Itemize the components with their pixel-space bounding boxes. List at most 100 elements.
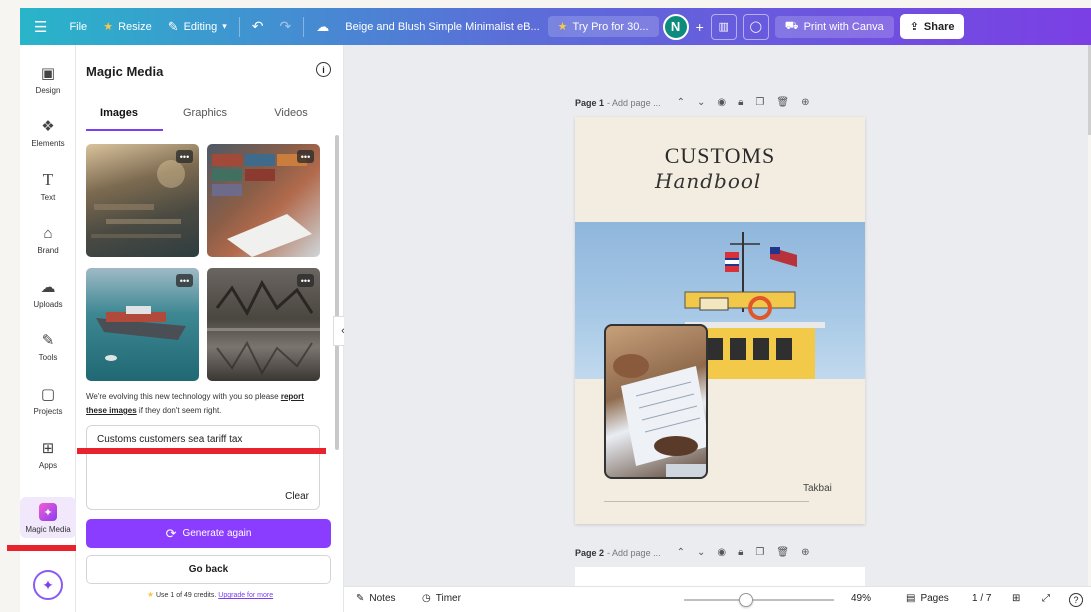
menu-button[interactable]: ☰ [20,8,61,45]
rail-item-elements[interactable]: ❖ Elements [20,116,76,148]
upgrade-link[interactable]: Upgrade for more [218,592,273,599]
undo-button[interactable]: ↶ [244,8,272,45]
tab-videos[interactable]: Videos [248,107,334,127]
prompt-text: Customs customers sea tariff tax [97,434,243,445]
more-options-button[interactable]: ••• [297,150,314,163]
zoom-level[interactable]: 49% [851,593,871,604]
notes-button[interactable]: ✎ Notes [356,593,396,604]
eye-icon[interactable]: ◉ [717,97,726,108]
tab-graphics[interactable]: Graphics [162,107,248,127]
rail-item-magic-media[interactable]: ✦ Magic Media [20,497,76,538]
page-counter[interactable]: 1 / 7 [972,593,991,604]
magic-assistant-button[interactable]: ✦ [33,570,63,600]
avatar[interactable]: N [662,13,689,40]
comments-button[interactable]: ◯ [742,13,769,40]
generated-image-port-aerial[interactable]: ••• [86,144,199,257]
page-1-title-input[interactable]: - Add page ... [607,98,661,108]
more-options-button[interactable]: ••• [297,274,314,287]
tab-images[interactable]: Images [76,107,162,127]
top-toolbar: ☰ File ★ Resize ✎ Editing ▾ ↶ ↷ ☁ Beige … [20,8,1091,45]
page-2-title-input[interactable]: - Add page ... [607,548,661,558]
share-icon: ⇪ [909,21,919,33]
add-page-icon[interactable]: ⊕ [801,547,809,558]
prompt-textarea[interactable]: Customs customers sea tariff tax Clear [86,425,320,510]
add-collaborator-button[interactable]: + [696,19,704,35]
pages-button[interactable]: ▤ Pages [906,593,949,604]
duplicate-icon[interactable]: ❐ [755,547,764,558]
rail-item-text[interactable]: T Text [20,170,76,202]
folder-icon: ▢ [40,386,56,403]
share-button[interactable]: ⇪ Share [899,14,965,39]
text-icon: T [42,170,54,189]
rail-item-projects[interactable]: ▢ Projects [20,384,76,416]
document-signing-image [613,354,706,477]
insights-button[interactable]: ▥ [710,13,737,40]
resize-button[interactable]: ★ Resize [95,8,160,45]
trash-icon[interactable]: 🗑︎ [776,97,789,108]
timer-button[interactable]: ◷ Timer [422,593,461,604]
page-actions: ⌃ ⌄ ◉ 🔒︎ ❐ 🗑︎ ⊕ [677,97,810,108]
rail-item-uploads[interactable]: ☁ Uploads [20,277,76,309]
expand-icon: ⤢ [1042,593,1050,604]
cover-script-title[interactable]: Handbool [655,169,761,193]
rail-item-apps[interactable]: ⊞ Apps [20,438,76,470]
annotation-underline-magic-media [7,545,76,551]
collaborators: N + [659,8,708,45]
zoom-slider[interactable] [684,599,834,601]
rail-item-brand[interactable]: ⌂ Brand [20,223,76,256]
eye-icon[interactable]: ◉ [717,547,726,558]
generated-image-containers-papers[interactable]: ••• [207,144,320,257]
crown-icon: ★ [146,590,155,599]
cover-title[interactable]: CUSTOMS [575,143,865,169]
generated-image-cargo-ship[interactable]: ••• [86,268,199,381]
fullscreen-button[interactable]: ⤢ [1042,593,1050,604]
refresh-icon: ⟳ [165,525,177,541]
info-icon[interactable]: i [316,62,331,77]
chevron-down-icon[interactable]: ⌄ [697,97,705,108]
chevron-down-icon[interactable]: ⌄ [697,547,705,558]
help-icon: ? [1069,593,1083,607]
go-back-button[interactable]: Go back [86,555,331,584]
save-status-button[interactable]: ☁ [308,8,337,45]
rail-item-design[interactable]: ▣ Design [20,63,76,95]
duplicate-icon[interactable]: ❐ [755,97,764,108]
print-with-canva-button[interactable]: ⛟ Print with Canva [774,15,894,38]
page-1[interactable]: CUSTOMS Handbool Takbai [575,117,865,524]
media-tabs: Images Graphics Videos [76,107,334,127]
clear-button[interactable]: Clear [285,491,309,502]
redo-icon: ↷ [279,18,292,34]
generate-again-button[interactable]: ⟳ Generate again [86,519,331,548]
lock-icon[interactable]: 🔒︎ [738,547,743,558]
design-icon: ▣ [40,65,56,82]
chevron-up-icon[interactable]: ⌃ [677,547,685,558]
undo-icon: ↶ [251,18,264,34]
chevron-down-icon: ▾ [222,21,227,31]
pencil-icon: ✎ [167,18,179,34]
chevron-up-icon[interactable]: ⌃ [677,97,685,108]
document-title[interactable]: Beige and Blush Simple Minimalist eB... [337,21,547,33]
page-2-header: Page 2 - Add page ... ⌃ ⌄ ◉ 🔒︎ ❐ 🗑︎ ⊕ [575,547,810,558]
notes-icon: ✎ [356,593,365,604]
trash-icon[interactable]: 🗑︎ [776,547,789,558]
cover-document-photo[interactable] [604,324,708,479]
more-options-button[interactable]: ••• [176,150,193,163]
add-page-icon[interactable]: ⊕ [801,97,809,108]
bar-chart-icon: ▥ [718,21,729,33]
help-button[interactable]: ? [1069,593,1083,607]
try-pro-button[interactable]: ★ Try Pro for 30... [547,16,659,37]
active-tab-indicator [86,129,163,131]
panel-scrollbar[interactable] [335,135,339,450]
cover-brand-text[interactable]: Takbai [803,483,832,494]
rail-item-tools[interactable]: ✎ Tools [20,330,76,362]
page-actions: ⌃ ⌄ ◉ 🔒︎ ❐ 🗑︎ ⊕ [677,547,810,558]
generated-image-harbor-reflection[interactable]: ••• [207,268,320,381]
redo-button[interactable]: ↷ [272,8,300,45]
editing-mode-button[interactable]: ✎ Editing ▾ [160,8,235,45]
zoom-slider-handle[interactable] [739,593,753,607]
more-options-button[interactable]: ••• [176,274,193,287]
lock-icon[interactable]: 🔒︎ [738,97,743,108]
apps-icon: ⊞ [41,440,55,457]
page-2[interactable] [575,567,865,586]
grid-view-button[interactable]: ⊞ [1012,593,1020,604]
file-menu[interactable]: File [61,8,95,45]
